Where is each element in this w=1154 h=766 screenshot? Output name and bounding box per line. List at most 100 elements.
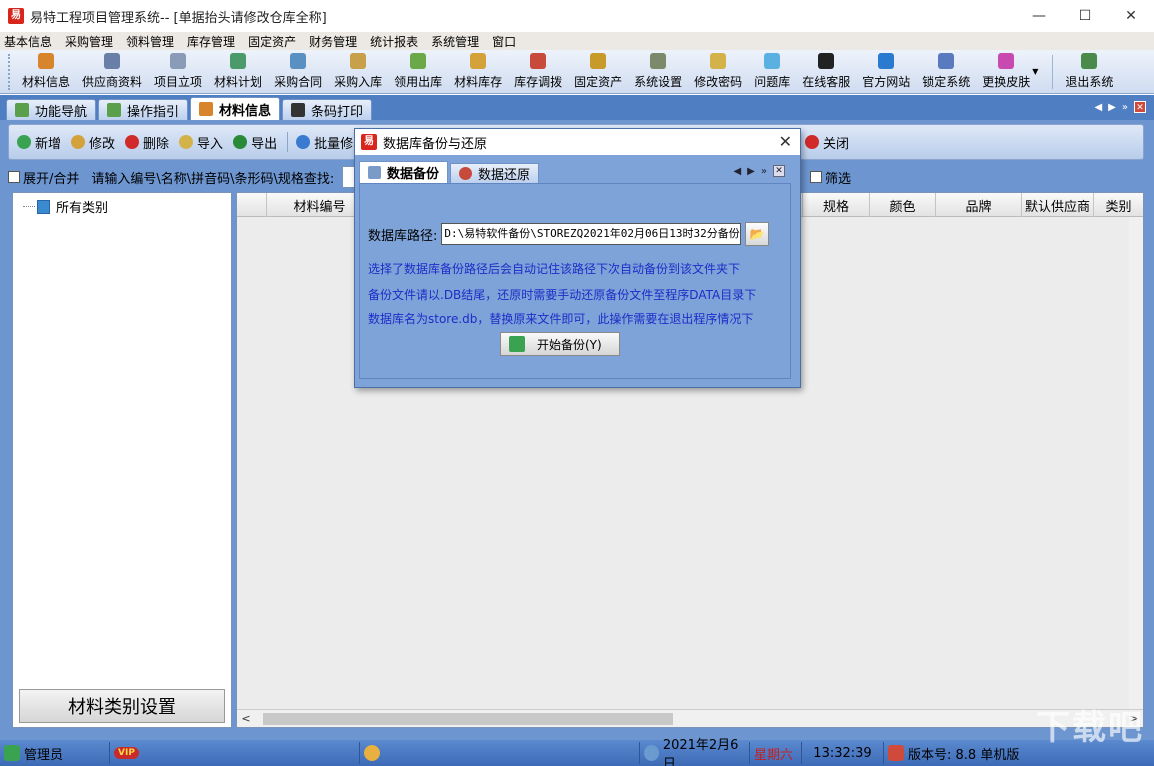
start-backup-button[interactable]: 开始备份(Y) [500, 332, 620, 356]
toolbar-material-info-button[interactable]: 材料信息 [16, 51, 76, 93]
main-toolbar: 材料信息 供应商资料 项目立项 材料计划 采购合同 采购入库 领用出库 材料库存… [0, 50, 1154, 94]
menu-material-requisition[interactable]: 领料管理 [126, 33, 174, 50]
dialog-close-button[interactable]: ✕ [779, 132, 792, 151]
smile-icon [364, 745, 380, 761]
supplier-icon [104, 53, 121, 69]
column-header-spec[interactable]: 规格 [802, 193, 870, 217]
dialog-tabs-next-icon[interactable]: ▶ [747, 166, 755, 177]
user-icon [4, 745, 20, 761]
menu-fixed-assets[interactable]: 固定资产 [248, 33, 296, 50]
column-header-brand[interactable]: 品牌 [936, 193, 1022, 217]
toolbar-fixed-asset-button[interactable]: 固定资产 [568, 51, 628, 93]
minimize-button[interactable]: — [1016, 0, 1062, 32]
dialog-tabs: 数据备份 数据还原 ◀ ▶ » ✕ [359, 159, 789, 183]
ie-icon [878, 53, 895, 69]
path-row: 数据库路径: D:\易特软件备份\STOREZQ2021年02月06日13时32… [368, 222, 770, 246]
title-bar: 易 易特工程项目管理系统-- [单据抬头请修改仓库全称] — ☐ ✕ [0, 0, 1154, 32]
toolbar-grip[interactable] [8, 53, 12, 90]
lock-icon [938, 53, 955, 69]
toolbar-purchase-inbound-button[interactable]: 采购入库 [328, 51, 388, 93]
delete-button[interactable]: 删除 [125, 133, 169, 152]
action-separator [287, 132, 289, 152]
toolbar-material-plan-button[interactable]: 材料计划 [208, 51, 268, 93]
export-button[interactable]: 导出 [233, 133, 277, 152]
dialog-tabs-menu-icon[interactable]: » [761, 166, 767, 177]
add-button[interactable]: 新增 [17, 133, 61, 152]
toolbar-change-password-button[interactable]: 修改密码 [688, 51, 748, 93]
toolbar-lock-button[interactable]: 锁定系统 [916, 51, 976, 93]
backup-hint-1: 选择了数据库备份路径后会自动记住该路径下次自动备份到该文件夹下 [368, 262, 741, 276]
tab-material-info[interactable]: 材料信息 [190, 97, 281, 120]
menu-finance[interactable]: 财务管理 [309, 33, 357, 50]
menu-inventory[interactable]: 库存管理 [187, 33, 235, 50]
close-tab-button[interactable]: 关闭 [805, 133, 849, 152]
toolbar-online-service-button[interactable]: 在线客服 [796, 51, 856, 93]
exit-icon [1081, 53, 1098, 69]
menu-window[interactable]: 窗口 [492, 33, 516, 50]
category-settings-button[interactable]: 材料类别设置 [19, 689, 225, 723]
toolbar-website-button[interactable]: 官方网站 [856, 51, 916, 93]
expand-collapse-checkbox[interactable] [8, 171, 20, 183]
status-message [360, 742, 640, 764]
toolbar-faq-button[interactable]: 问题库 [748, 51, 796, 93]
inventory-icon [470, 53, 487, 69]
tabs-navigation: ◀ ▶ » ✕ [1094, 101, 1146, 113]
toolbar-exit-button[interactable]: 退出系统 [1059, 51, 1119, 93]
app-logo-icon: 易 [8, 8, 24, 24]
close-window-button[interactable]: ✕ [1108, 0, 1154, 32]
asset-icon [590, 53, 607, 69]
menu-basic-info[interactable]: 基本信息 [4, 33, 52, 50]
toolbar-settings-button[interactable]: 系统设置 [628, 51, 688, 93]
column-header-supplier[interactable]: 默认供应商 [1022, 193, 1094, 217]
status-user: 管理员 [0, 742, 110, 764]
browse-folder-button[interactable]: 📂 [745, 222, 770, 246]
vertical-scrollbar[interactable] [1129, 217, 1143, 711]
edit-button[interactable]: 修改 [71, 133, 115, 152]
backup-restore-dialog: 易 数据库备份与还原 ✕ 数据备份 数据还原 ◀ ▶ » ✕ 数据库路径: D:… [354, 128, 801, 388]
dialog-tabs-prev-icon[interactable]: ◀ [733, 166, 741, 177]
menu-reports[interactable]: 统计报表 [370, 33, 418, 50]
tabs-close-icon[interactable]: ✕ [1134, 101, 1146, 113]
tab-operation-guide[interactable]: 操作指引 [98, 99, 189, 120]
skin-dropdown-icon[interactable]: ▼ [1032, 67, 1038, 76]
backup-tab-icon [368, 166, 381, 179]
toolbar-skin-button[interactable]: 更换皮肤 [976, 51, 1036, 93]
status-bar: 管理员 VIP 2021年2月6日 星期六 13:32:39 版本号: 8.8 … [0, 738, 1154, 766]
scroll-left-icon[interactable]: < [237, 712, 255, 725]
toolbar-outbound-button[interactable]: 领用出库 [388, 51, 448, 93]
watermark-logo: 下载吧 [1036, 708, 1144, 748]
column-header-category[interactable]: 类别 [1094, 193, 1143, 217]
tab-data-backup[interactable]: 数据备份 [359, 161, 449, 183]
horizontal-scrollbar[interactable]: < > [237, 709, 1143, 727]
database-path-input[interactable]: D:\易特软件备份\STOREZQ2021年02月06日13时32分备份 [441, 223, 742, 245]
toolbar-purchase-contract-button[interactable]: 采购合同 [268, 51, 328, 93]
tree-connector [23, 206, 35, 207]
toolbar-inventory-button[interactable]: 材料库存 [448, 51, 508, 93]
tabs-prev-icon[interactable]: ◀ [1094, 102, 1102, 113]
toolbar-transfer-button[interactable]: 库存调拨 [508, 51, 568, 93]
tabs-next-icon[interactable]: ▶ [1108, 102, 1116, 113]
vip-badge-icon[interactable]: VIP [114, 747, 139, 759]
scroll-thumb[interactable] [263, 712, 673, 725]
settings-icon [650, 53, 667, 69]
filter-checkbox[interactable] [810, 171, 822, 183]
column-header-color[interactable]: 颜色 [870, 193, 936, 217]
menu-purchase[interactable]: 采购管理 [65, 33, 113, 50]
dialog-title-bar[interactable]: 易 数据库备份与还原 ✕ [355, 129, 800, 155]
maximize-button[interactable]: ☐ [1062, 0, 1108, 32]
tab-data-restore[interactable]: 数据还原 [450, 163, 540, 183]
import-button[interactable]: 导入 [179, 133, 223, 152]
tabs-menu-icon[interactable]: » [1122, 102, 1128, 113]
material-tab-icon [199, 102, 214, 116]
contract-icon [290, 53, 307, 69]
close-action-icon [805, 135, 819, 149]
toolbar-supplier-button[interactable]: 供应商资料 [76, 51, 148, 93]
menu-system[interactable]: 系统管理 [431, 33, 479, 50]
dialog-tabs-close-icon[interactable]: ✕ [773, 165, 785, 177]
tab-function-nav[interactable]: 功能导航 [6, 99, 97, 120]
tab-barcode-print[interactable]: 条码打印 [282, 99, 373, 120]
column-header-indicator[interactable] [237, 193, 267, 217]
document-tabs: 功能导航 操作指引 材料信息 条码打印 ◀ ▶ » ✕ [0, 95, 1154, 120]
tree-item-all-categories[interactable]: 所有类别 [23, 197, 108, 216]
toolbar-project-button[interactable]: 项目立项 [148, 51, 208, 93]
